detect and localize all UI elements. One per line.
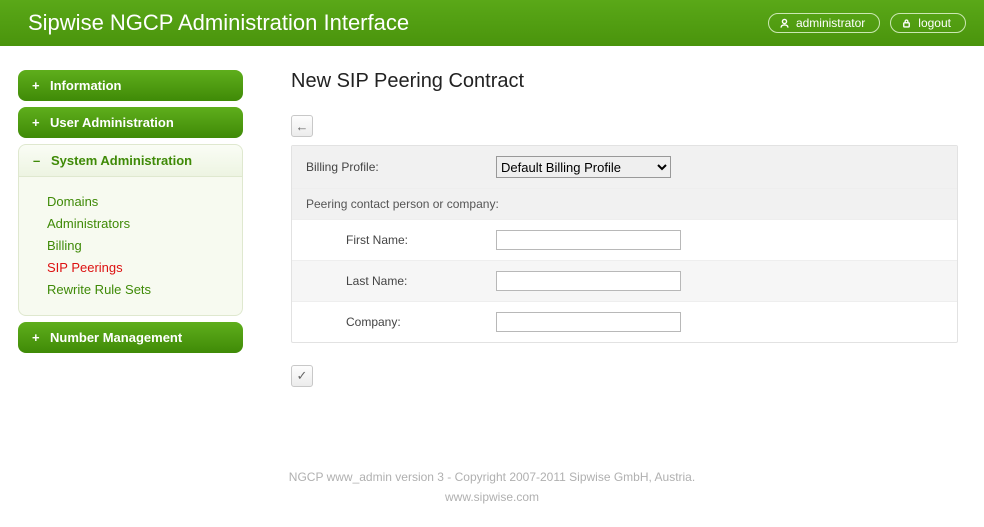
sidebar-item-sip-peerings[interactable]: SIP Peerings	[47, 257, 242, 279]
billing-profile-select[interactable]: Default Billing Profile	[496, 156, 671, 178]
sidebar-section-number-mgmt: + Number Management	[18, 322, 243, 353]
first-name-label: First Name:	[306, 233, 496, 247]
footer-line2: www.sipwise.com	[0, 487, 984, 507]
sidebar-item-billing[interactable]: Billing	[47, 235, 242, 257]
sidebar-section-information: + Information	[18, 70, 243, 101]
lock-icon	[901, 18, 912, 29]
sidebar-label: Information	[50, 78, 122, 93]
sidebar-label: System Administration	[51, 153, 192, 168]
sidebar-item-administrators[interactable]: Administrators	[47, 213, 242, 235]
collapse-icon: –	[33, 153, 43, 168]
sidebar-item-domains[interactable]: Domains	[47, 191, 242, 213]
back-arrow-icon: ←	[296, 119, 309, 134]
row-company: Company:	[292, 302, 957, 342]
footer: NGCP www_admin version 3 - Copyright 200…	[0, 427, 984, 527]
sidebar-head-system-admin[interactable]: – System Administration	[18, 144, 243, 177]
sidebar: + Information + User Administration – Sy…	[18, 70, 243, 359]
header-right: administrator logout	[768, 13, 966, 33]
footer-line1: NGCP www_admin version 3 - Copyright 200…	[0, 467, 984, 487]
sidebar-head-number-mgmt[interactable]: + Number Management	[18, 322, 243, 353]
section-contact-title: Peering contact person or company:	[292, 189, 957, 220]
user-pill[interactable]: administrator	[768, 13, 880, 33]
user-icon	[779, 18, 790, 29]
sidebar-head-information[interactable]: + Information	[18, 70, 243, 101]
first-name-input[interactable]	[496, 230, 681, 250]
company-input[interactable]	[496, 312, 681, 332]
sidebar-section-system-admin: – System Administration Domains Administ…	[18, 144, 243, 316]
billing-profile-label: Billing Profile:	[306, 160, 496, 174]
last-name-input[interactable]	[496, 271, 681, 291]
sidebar-label: Number Management	[50, 330, 182, 345]
sidebar-item-rewrite-rule-sets[interactable]: Rewrite Rule Sets	[47, 279, 242, 301]
row-last-name: Last Name:	[292, 261, 957, 302]
expand-icon: +	[32, 78, 42, 93]
logout-label: logout	[918, 16, 951, 30]
row-first-name: First Name:	[292, 220, 957, 261]
company-label: Company:	[306, 315, 496, 329]
sidebar-head-user-admin[interactable]: + User Administration	[18, 107, 243, 138]
back-button[interactable]: ←	[291, 115, 313, 137]
user-label: administrator	[796, 16, 865, 30]
sidebar-label: User Administration	[50, 115, 174, 130]
header-bar: Sipwise NGCP Administration Interface ad…	[0, 0, 984, 46]
check-icon: ✓	[297, 368, 308, 384]
expand-icon: +	[32, 115, 42, 130]
submit-row: ✓	[291, 365, 958, 387]
last-name-label: Last Name:	[306, 274, 496, 288]
row-billing-profile: Billing Profile: Default Billing Profile	[292, 146, 957, 189]
form-box: Billing Profile: Default Billing Profile…	[291, 145, 958, 343]
expand-icon: +	[32, 330, 42, 345]
main-content: New SIP Peering Contract ← Billing Profi…	[291, 70, 984, 387]
logout-button[interactable]: logout	[890, 13, 966, 33]
app-title: Sipwise NGCP Administration Interface	[28, 10, 409, 36]
page-title: New SIP Peering Contract	[291, 70, 958, 93]
sidebar-body-system-admin: Domains Administrators Billing SIP Peeri…	[18, 177, 243, 316]
sidebar-section-user-admin: + User Administration	[18, 107, 243, 138]
submit-button[interactable]: ✓	[291, 365, 313, 387]
